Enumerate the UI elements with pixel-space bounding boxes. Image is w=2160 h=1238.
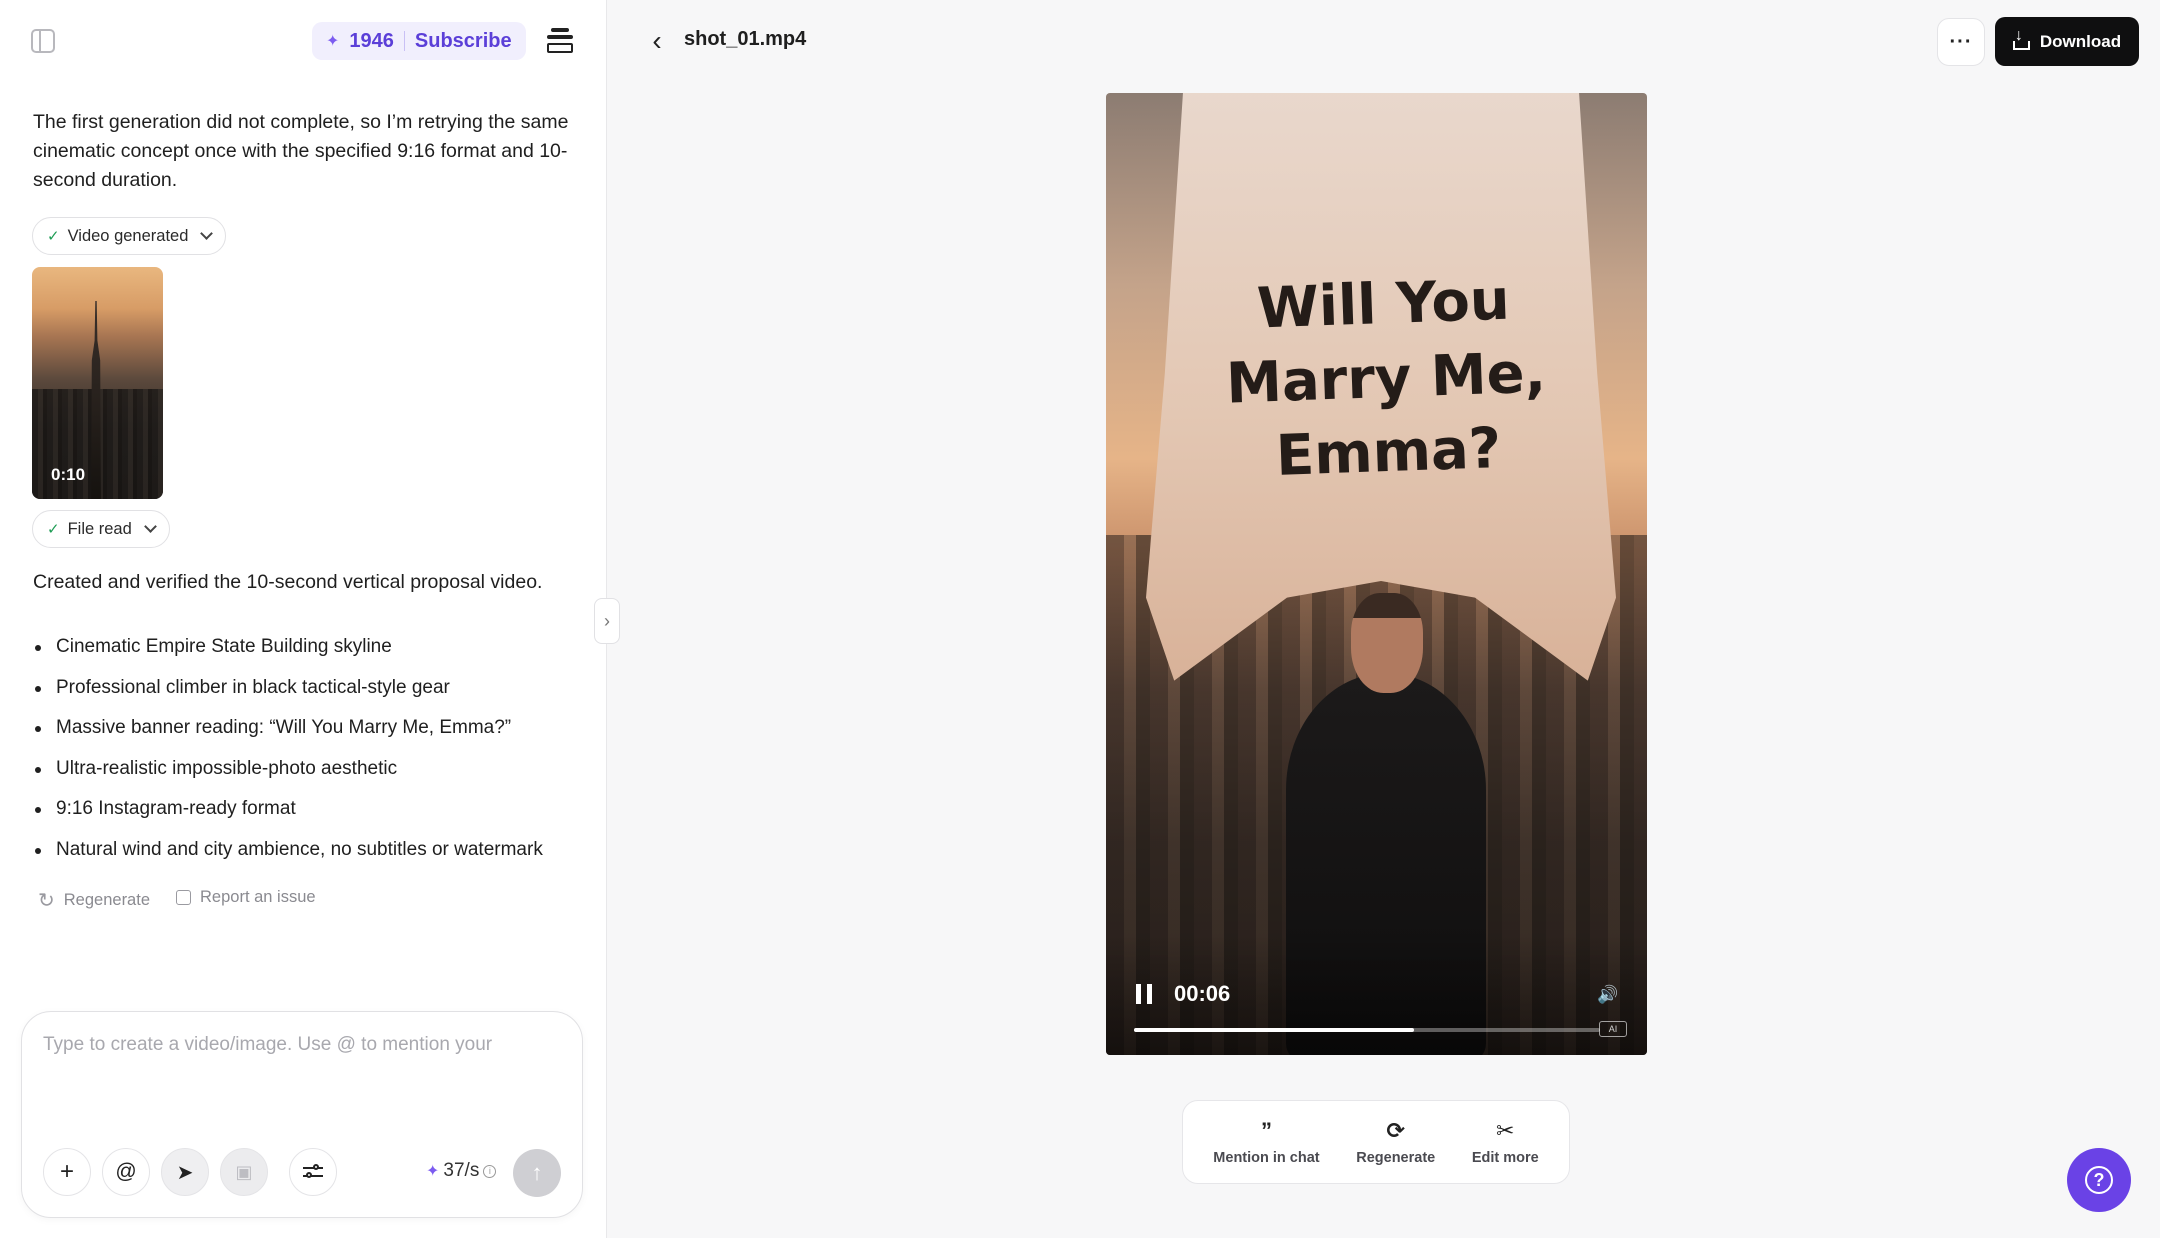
report-label: Report an issue bbox=[200, 888, 316, 906]
at-icon: @ bbox=[115, 1160, 137, 1183]
pause-icon[interactable] bbox=[1136, 984, 1152, 1004]
file-name: shot_01.mp4 bbox=[684, 28, 807, 50]
chip-label: File read bbox=[67, 519, 132, 538]
regenerate-label: Regenerate bbox=[1356, 1150, 1436, 1166]
download-label: Download bbox=[2039, 31, 2122, 51]
mention-button[interactable]: @ bbox=[102, 1148, 150, 1196]
report-issue-link[interactable]: Report an issue bbox=[176, 888, 316, 907]
rate-value: 37/s bbox=[443, 1160, 480, 1181]
chevron-down-icon bbox=[200, 227, 214, 240]
plus-icon: + bbox=[59, 1158, 74, 1185]
image-icon: ▣ bbox=[235, 1161, 253, 1182]
refresh-icon: ↻ bbox=[38, 890, 55, 912]
check-icon: ✓ bbox=[47, 521, 60, 538]
quote-icon: ” bbox=[1260, 1118, 1272, 1143]
mention-in-chat-button[interactable]: ” Mention in chat bbox=[1213, 1118, 1319, 1166]
chevron-left-icon: ‹ bbox=[652, 25, 662, 56]
send-arrow-icon: ↑ bbox=[531, 1160, 543, 1185]
banner-text: Will You Marry Me, Emma? bbox=[1202, 262, 1570, 496]
credit-rate: ✦ 37/s i bbox=[426, 1160, 497, 1182]
agent-mode-button[interactable]: ➤ bbox=[161, 1148, 209, 1196]
list-item: 9:16 Instagram-ready format bbox=[33, 789, 593, 830]
current-time: 00:06 bbox=[1174, 981, 1231, 1006]
chevron-right-icon: › bbox=[604, 610, 610, 631]
list-item: Professional climber in black tactical-s… bbox=[33, 668, 593, 709]
download-button[interactable]: Download bbox=[1995, 17, 2139, 66]
ellipsis-icon: ··· bbox=[1949, 30, 1973, 53]
refresh-icon: ⟳ bbox=[1386, 1118, 1405, 1143]
subscribe-button[interactable]: Subscribe bbox=[415, 30, 512, 53]
prompt-input[interactable] bbox=[43, 1034, 543, 1094]
check-icon: ✓ bbox=[47, 228, 60, 245]
scissors-icon: ✂ bbox=[1496, 1118, 1515, 1143]
assistant-message: The first generation did not complete, s… bbox=[33, 111, 569, 191]
info-icon[interactable]: i bbox=[483, 1164, 497, 1178]
flag-icon bbox=[176, 890, 191, 905]
file-read-chip[interactable]: ✓ File read bbox=[32, 510, 170, 548]
media-button[interactable]: ▣ bbox=[220, 1148, 268, 1196]
spark-icon: ✦ bbox=[426, 1163, 440, 1180]
sliders-icon bbox=[303, 1164, 323, 1180]
list-item: Natural wind and city ambience, no subti… bbox=[33, 830, 593, 871]
stack-icon[interactable] bbox=[547, 28, 573, 54]
chip-label: Video generated bbox=[67, 226, 189, 245]
panel-collapse-handle[interactable]: › bbox=[594, 598, 620, 644]
video-player[interactable]: Will You Marry Me, Emma? 00:06 🔊 AI bbox=[1106, 93, 1647, 1055]
divider bbox=[403, 31, 405, 51]
help-icon: ? bbox=[2085, 1166, 2113, 1194]
chat-panel: ✦ 1946 Subscribe The first generation di… bbox=[0, 0, 607, 1238]
banner-line: Will You bbox=[1256, 267, 1511, 342]
video-action-bar: ” Mention in chat ⟳ Regenerate ✂ Edit mo… bbox=[1182, 1100, 1570, 1184]
chevron-down-icon bbox=[143, 520, 157, 533]
climber-head bbox=[1351, 593, 1423, 693]
thumbnail-duration: 0:10 bbox=[51, 465, 86, 484]
volume-icon[interactable]: 🔊 bbox=[1597, 985, 1619, 1004]
viewer-panel: ‹ shot_01.mp4 ··· Download Will You Marr… bbox=[608, 0, 2160, 1238]
edit-more-button[interactable]: ✂ Edit more bbox=[1472, 1118, 1539, 1166]
summary-text: Created and verified the 10-second verti… bbox=[33, 571, 543, 593]
list-item: Ultra-realistic impossible-photo aesthet… bbox=[33, 749, 593, 790]
more-options-button[interactable]: ··· bbox=[1937, 18, 1985, 66]
ai-badge: AI bbox=[1599, 1021, 1627, 1037]
regenerate-label: Regenerate bbox=[63, 891, 150, 909]
regenerate-link[interactable]: ↻ Regenerate bbox=[38, 888, 150, 913]
prompt-composer: + @ ➤ ▣ ✦ 37/s i ↑ bbox=[21, 1011, 583, 1218]
video-thumbnail[interactable]: 0:10 bbox=[32, 267, 163, 499]
sidebar-toggle-icon[interactable] bbox=[31, 29, 55, 53]
regenerate-video-button[interactable]: ⟳ Regenerate bbox=[1356, 1118, 1435, 1166]
spark-icon: ✦ bbox=[326, 33, 340, 50]
download-icon bbox=[2012, 27, 2030, 50]
feature-list: Cinematic Empire State Building skyline … bbox=[33, 627, 593, 870]
mention-label: Mention in chat bbox=[1213, 1150, 1320, 1166]
add-button[interactable]: + bbox=[43, 1148, 91, 1196]
credits-count: 1946 bbox=[349, 29, 394, 52]
back-button[interactable]: ‹ bbox=[646, 25, 668, 56]
progress-fill bbox=[1134, 1028, 1414, 1032]
list-item: Massive banner reading: “Will You Marry … bbox=[33, 708, 593, 749]
video-generated-chip[interactable]: ✓ Video generated bbox=[32, 217, 227, 255]
banner-line: Marry Me, bbox=[1225, 340, 1547, 417]
list-item: Cinematic Empire State Building skyline bbox=[33, 627, 593, 668]
progress-track[interactable] bbox=[1134, 1028, 1600, 1032]
help-button[interactable]: ? bbox=[2067, 1148, 2131, 1212]
edit-label: Edit more bbox=[1471, 1150, 1539, 1166]
banner-line: Emma? bbox=[1274, 416, 1503, 489]
credits-subscribe-pill[interactable]: ✦ 1946 Subscribe bbox=[312, 22, 526, 60]
settings-button[interactable] bbox=[289, 1148, 337, 1196]
cursor-icon: ➤ bbox=[176, 1161, 194, 1184]
send-button[interactable]: ↑ bbox=[513, 1149, 561, 1197]
